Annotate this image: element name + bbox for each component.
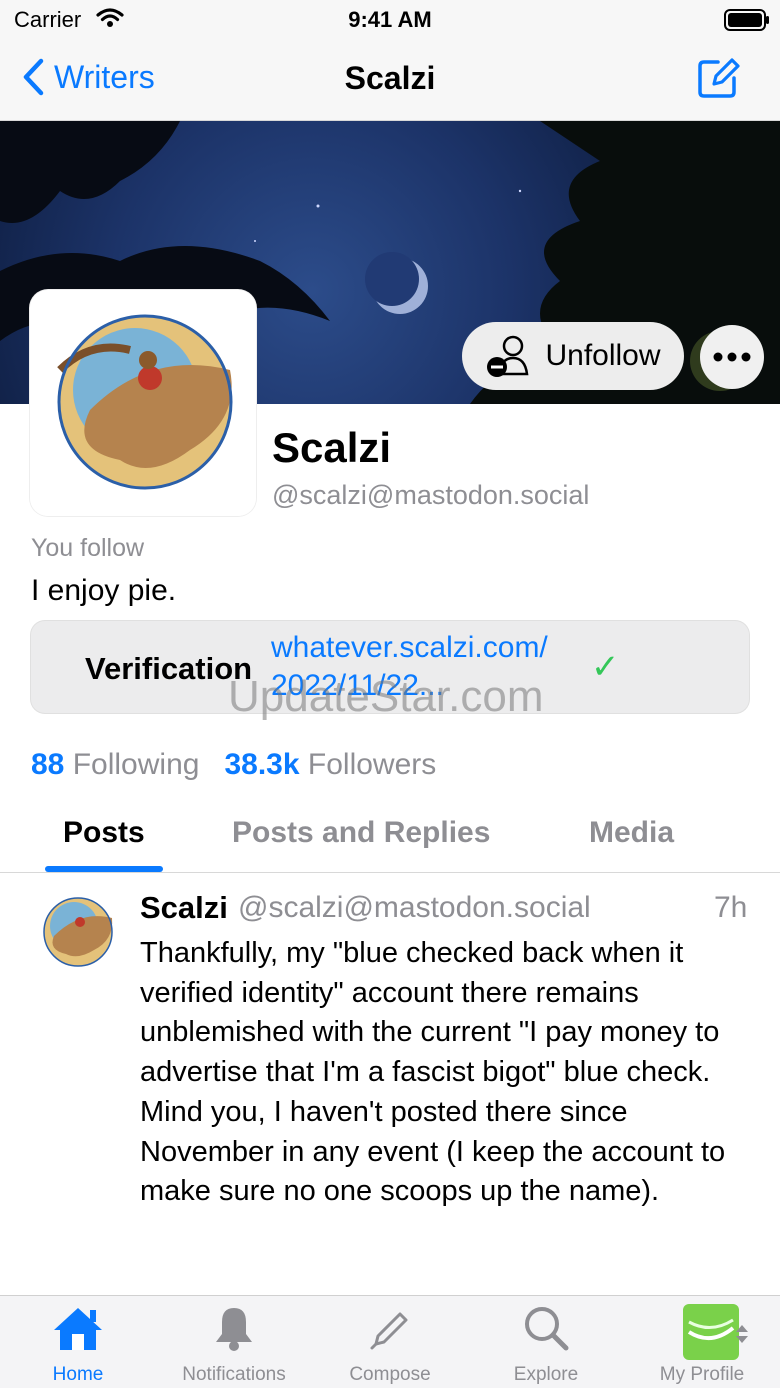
profile-avatar-icon [624,1304,780,1362]
more-options-button[interactable] [700,325,764,389]
tabbar-compose[interactable]: Compose [312,1296,468,1388]
clock: 9:41 AM [348,7,432,32]
compose-button[interactable] [696,56,740,105]
followers-link[interactable]: 38.3k Followers [224,748,436,781]
following-count: 88 [31,748,65,781]
profile-avatar[interactable] [30,290,256,516]
home-icon [0,1304,156,1352]
followers-count: 38.3k [224,748,300,781]
following-label: Following [72,748,200,781]
tab-media[interactable]: Media [589,816,674,850]
tab-selection-indicator [45,866,163,872]
tabbar-notifications[interactable]: Notifications [156,1296,312,1388]
unfollow-button[interactable]: Unfollow [462,322,684,390]
tab-posts-and-replies[interactable]: Posts and Replies [232,816,490,850]
tabbar-notifications-label: Notifications [182,1364,286,1385]
pencil-icon [312,1304,468,1352]
status-bar: Carrier 9:41 AM [0,0,780,40]
profile-bio: I enjoy pie. [31,574,177,607]
profile-tabs: Posts Posts and Replies Media [0,800,780,873]
followers-label: Followers [307,748,437,781]
post-timestamp: 7h [714,891,748,924]
relationship-label: You follow [31,534,145,562]
tab-posts[interactable]: Posts [63,816,145,850]
battery-icon [724,9,770,36]
tab-bar: Home Notifications Compose Explore My Pr… [0,1295,780,1388]
tabbar-explore-label: Explore [513,1364,579,1385]
post-author-handle: @scalzi@mastodon.social [238,891,591,924]
verified-check-icon: ✓ [591,648,620,686]
compose-icon [698,58,740,98]
ellipsis-icon [713,352,751,362]
follow-stats: 88 Following 38.3k Followers [31,748,436,782]
post-author-name: Scalzi [140,890,228,925]
tabbar-my-profile[interactable]: My Profile [624,1296,780,1388]
bell-icon [156,1304,312,1352]
post-body[interactable]: Thankfully, my "blue checked back when i… [140,934,750,1212]
profile-handle: @scalzi@mastodon.social [272,480,590,510]
chevron-up-down-icon [734,1322,750,1351]
unfollow-label: Unfollow [545,339,661,372]
display-name: Scalzi [272,424,392,471]
tabbar-compose-label: Compose [349,1364,431,1385]
following-link[interactable]: 88 Following [31,748,199,781]
tabbar-explore[interactable]: Explore [468,1296,624,1388]
person-minus-icon [487,335,529,377]
magnifier-icon [468,1304,624,1352]
tabbar-home[interactable]: Home [0,1296,156,1388]
tabbar-home-label: Home [52,1364,104,1385]
page-title: Scalzi [344,60,436,96]
post-avatar[interactable] [34,888,120,974]
watermark: UpdateStar.com [228,672,544,721]
navigation-bar: Writers Scalzi [0,40,780,121]
tabbar-my-profile-label: My Profile [659,1364,745,1385]
